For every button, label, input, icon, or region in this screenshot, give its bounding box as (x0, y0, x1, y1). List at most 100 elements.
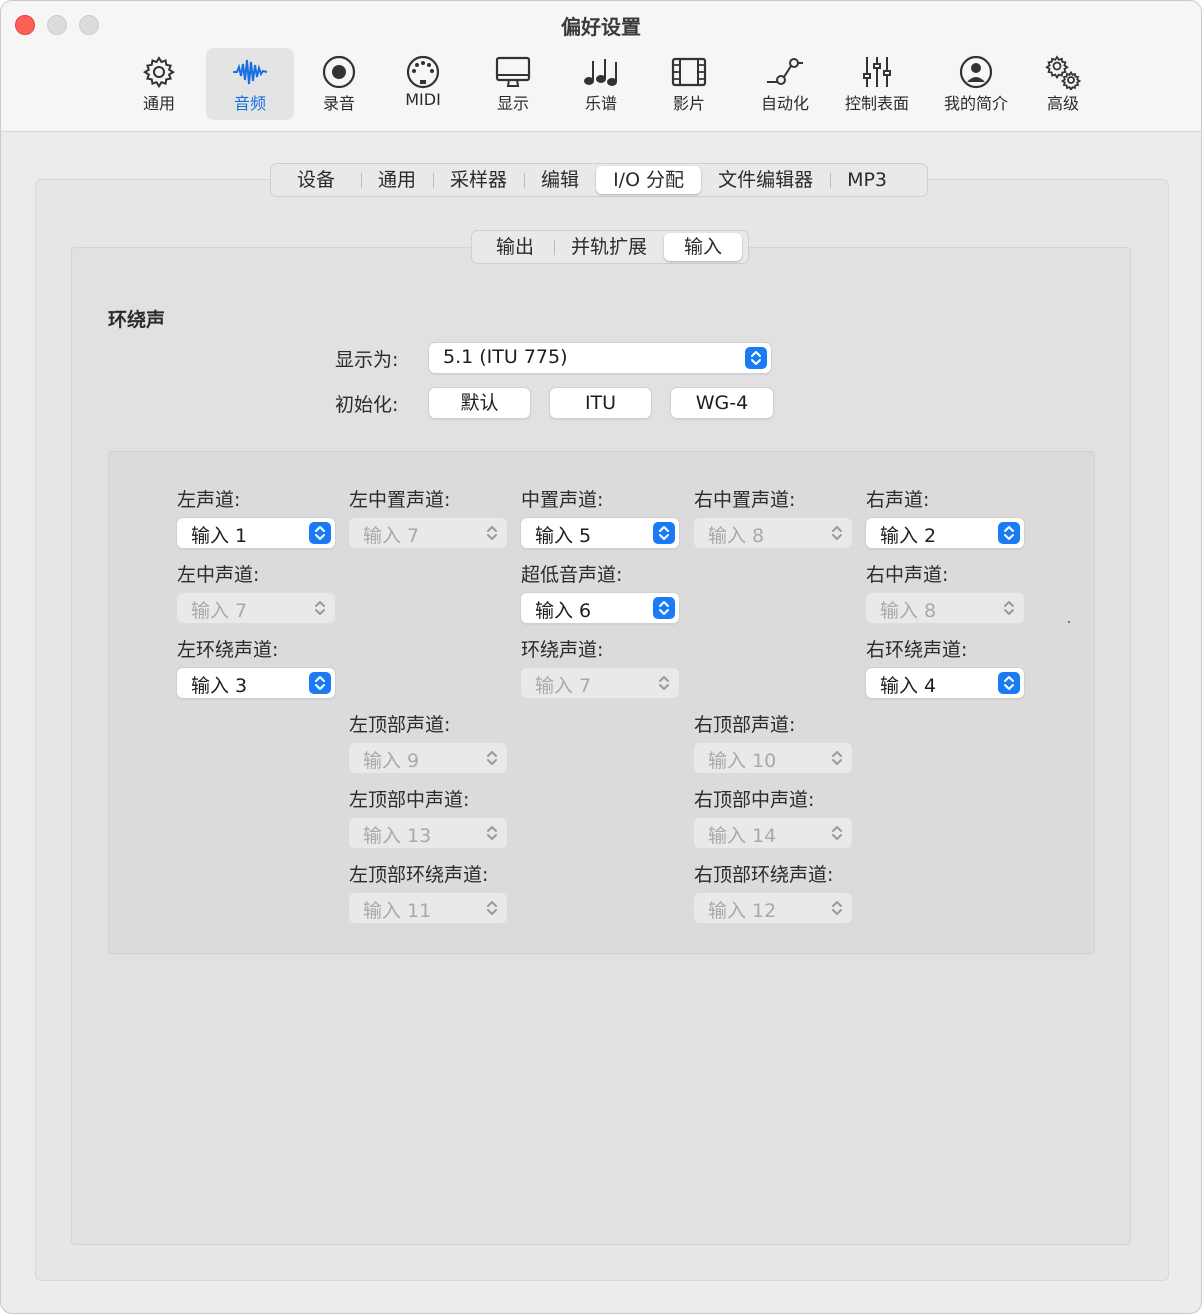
center-input-popup[interactable]: 输入 5 (521, 518, 679, 548)
chevron-updown-icon (481, 822, 503, 844)
left-center-input-popup: 输入 7 (177, 593, 335, 623)
right-surround-input-value: 输入 4 (880, 675, 937, 697)
chevron-updown-icon (481, 747, 503, 769)
automation-curve-icon (767, 58, 803, 85)
tab-editing[interactable]: 编辑 (524, 166, 596, 194)
right-top-center-label: 右顶部中声道: (694, 789, 815, 811)
left-surround-input-popup[interactable]: 输入 3 (177, 668, 335, 698)
wg4-button[interactable]: WG-4 (671, 388, 773, 418)
right-top-center-input-value: 输入 14 (708, 825, 777, 847)
record-icon (322, 55, 356, 89)
right-center-input-value: 输入 8 (880, 600, 937, 622)
left-center-label: 左中声道: (177, 564, 260, 586)
audio-tabs: 设备 通用 采样器 编辑 I/O 分配 文件编辑器 MP3 (270, 163, 928, 197)
tab-general[interactable]: 通用 (361, 166, 433, 194)
chevron-updown-icon (481, 522, 503, 544)
lfe-input-popup[interactable]: 输入 6 (521, 593, 679, 623)
left-center-top-input-popup: 输入 7 (349, 518, 507, 548)
toolbar-midi[interactable]: MIDI (393, 48, 453, 120)
toolbar-score[interactable]: 乐谱 (569, 48, 633, 120)
toolbar-advanced[interactable]: 高级 (1031, 48, 1095, 120)
toolbar-recording-label: 录音 (322, 94, 355, 113)
left-top-surround-label: 左顶部环绕声道: (349, 864, 489, 886)
left-top-surround-input-popup: 输入 11 (349, 893, 507, 923)
right-top-surround-label: 右顶部环绕声道: (694, 864, 834, 886)
toolbar-advanced-label: 高级 (1046, 94, 1079, 113)
left-center-top-label: 左中置声道: (349, 489, 451, 511)
toolbar-midi-label: MIDI (405, 90, 441, 109)
right-top-surround-input-value: 输入 12 (708, 900, 777, 922)
chevron-updown-icon (309, 522, 331, 544)
toolbar-my-info[interactable]: 我的简介 (937, 48, 1015, 120)
toolbar-score-label: 乐谱 (584, 94, 617, 113)
left-surround-label: 左环绕声道: (177, 639, 279, 661)
toolbar-recording[interactable]: 录音 (307, 48, 371, 120)
chevron-updown-icon (826, 747, 848, 769)
right-top-label: 右顶部声道: (694, 714, 796, 736)
right-top-center-input-popup: 输入 14 (694, 818, 852, 848)
chevron-updown-icon (309, 597, 331, 619)
toolbar-control-surfaces[interactable]: 控制表面 (839, 48, 915, 120)
right-surround-input-popup[interactable]: 输入 4 (866, 668, 1024, 698)
left-surround-input-value: 输入 3 (191, 675, 248, 697)
chevron-updown-icon (998, 672, 1020, 694)
left-top-center-input-popup: 输入 13 (349, 818, 507, 848)
toolbar-general-label: 通用 (142, 94, 175, 113)
right-input-popup[interactable]: 输入 2 (866, 518, 1024, 548)
tab-sampler[interactable]: 采样器 (433, 166, 524, 194)
toolbar-movie-label: 影片 (672, 94, 705, 113)
subtab-input[interactable]: 输入 (664, 233, 743, 261)
toolbar-my-info-label: 我的简介 (943, 94, 1008, 113)
tab-mp3[interactable]: MP3 (830, 166, 904, 194)
left-input-value: 输入 1 (191, 525, 248, 547)
initialize-label: 初始化: (335, 394, 399, 416)
io-subtabs: 输出 并轨扩展 输入 (471, 230, 749, 264)
right-top-surround-input-popup: 输入 12 (694, 893, 852, 923)
chevron-updown-icon (481, 897, 503, 919)
surround-input-value: 输入 7 (535, 675, 592, 697)
chevron-updown-icon (653, 522, 675, 544)
right-center-label: 右中声道: (866, 564, 949, 586)
left-center-input-value: 输入 7 (191, 600, 248, 622)
tab-io-assignments[interactable]: I/O 分配 (596, 166, 702, 194)
right-center-input-popup: 输入 8 (866, 593, 1024, 623)
left-input-popup[interactable]: 输入 1 (177, 518, 335, 548)
subtab-bounce-extensions[interactable]: 并轨扩展 (554, 233, 664, 261)
tab-file-editor[interactable]: 文件编辑器 (701, 166, 830, 194)
faders-icon (863, 57, 891, 87)
toolbar-control-surfaces-label: 控制表面 (844, 94, 909, 113)
subtab-output[interactable]: 输出 (472, 233, 554, 261)
tab-devices[interactable]: 设备 (271, 166, 361, 194)
left-center-top-input-value: 输入 7 (363, 525, 420, 547)
chevron-updown-icon (998, 597, 1020, 619)
left-top-center-input-value: 输入 13 (363, 825, 432, 847)
left-top-input-popup: 输入 9 (349, 743, 507, 773)
right-label: 右声道: (866, 489, 930, 511)
left-top-label: 左顶部声道: (349, 714, 451, 736)
chevron-updown-icon (653, 672, 675, 694)
film-icon (671, 57, 707, 87)
gears-icon (1045, 55, 1081, 90)
right-center-top-input-popup: 输入 8 (694, 518, 852, 548)
toolbar-general[interactable]: 通用 (127, 48, 191, 120)
monitor-icon (495, 56, 531, 87)
itu-button[interactable]: ITU (550, 388, 651, 418)
waveform-icon (233, 59, 268, 85)
title-bar: 偏好设置 通用 音频 录音 MIDI 显示 乐谱 影片 自动化 控制表面 我的简… (1, 1, 1201, 132)
toolbar-movie[interactable]: 影片 (657, 48, 721, 120)
right-top-input-value: 输入 10 (708, 750, 777, 772)
right-top-input-popup: 输入 10 (694, 743, 852, 773)
chevron-updown-icon (826, 897, 848, 919)
chevron-updown-icon (309, 672, 331, 694)
default-button[interactable]: 默认 (429, 388, 530, 418)
center-input-value: 输入 5 (535, 525, 592, 547)
right-input-value: 输入 2 (880, 525, 937, 547)
display-as-popup[interactable]: 5.1 (ITU 775) (429, 343, 771, 373)
toolbar-audio[interactable]: 音频 (206, 48, 294, 120)
left-top-center-label: 左顶部中声道: (349, 789, 470, 811)
toolbar-automation[interactable]: 自动化 (749, 48, 821, 120)
toolbar-display[interactable]: 显示 (481, 48, 545, 120)
surround-label: 环绕声道: (521, 639, 604, 661)
right-center-top-input-value: 输入 8 (708, 525, 765, 547)
person-icon (959, 55, 993, 89)
